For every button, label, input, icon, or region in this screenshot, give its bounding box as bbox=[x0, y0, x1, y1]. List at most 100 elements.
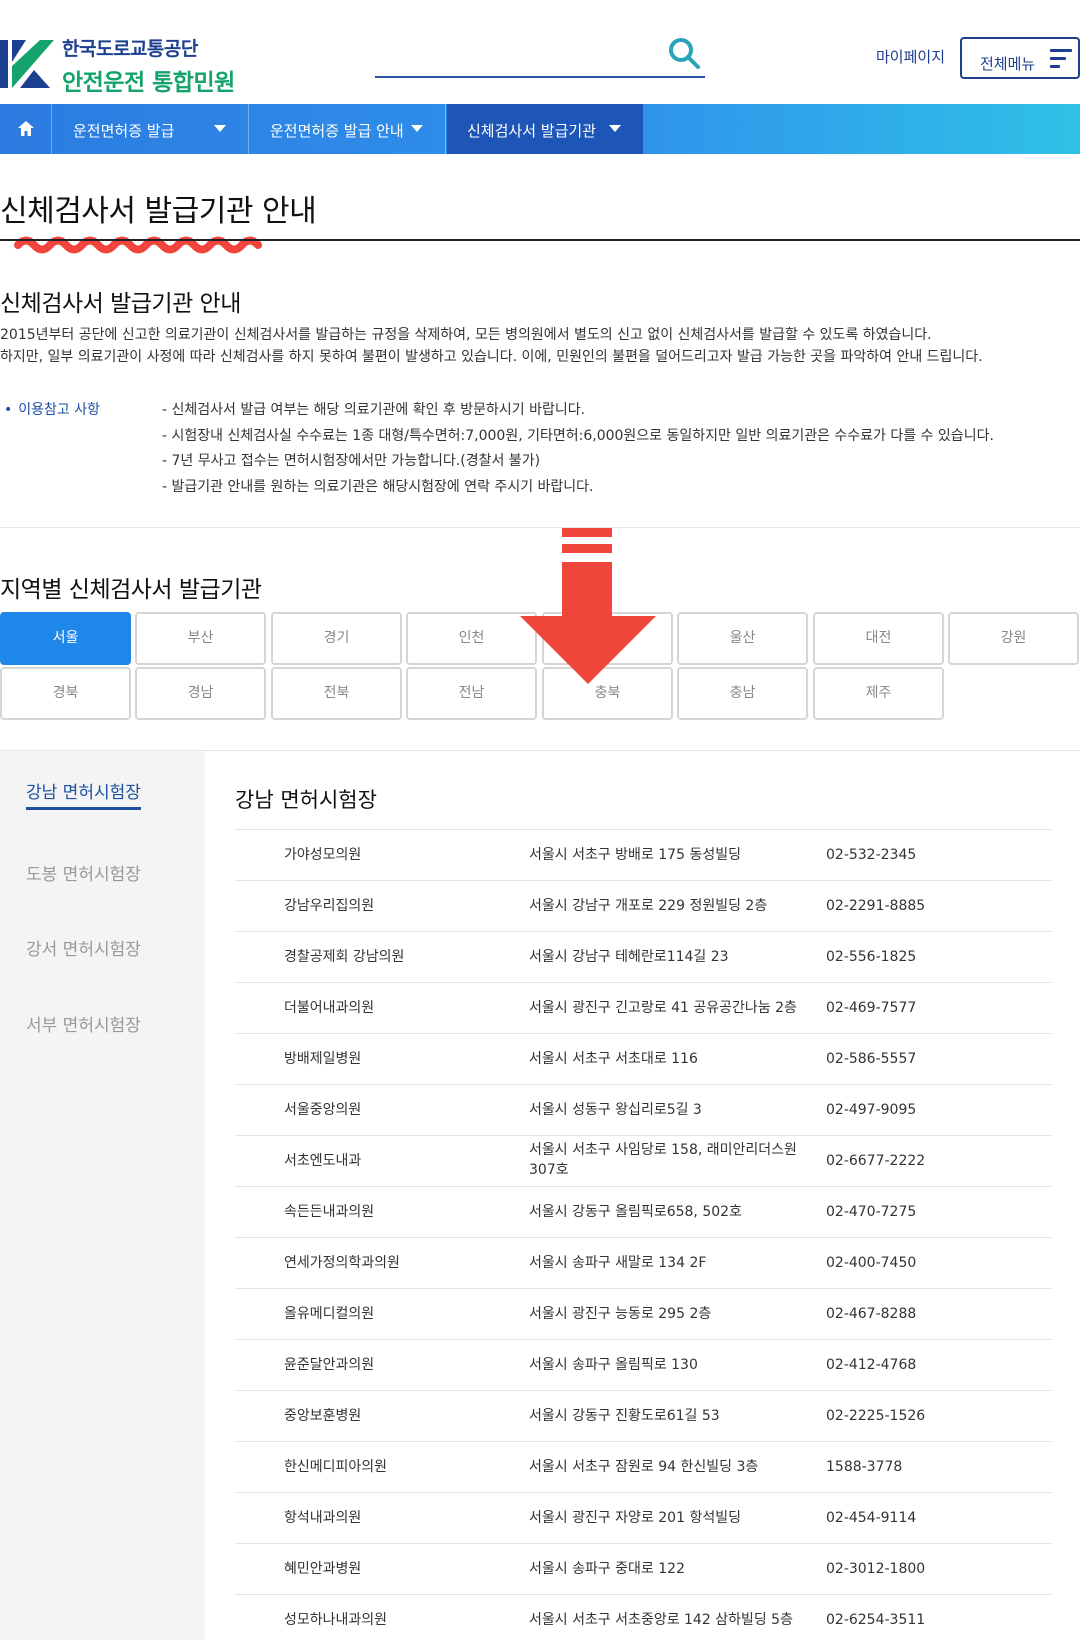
regions-heading: 지역별 신체검사서 발급기관 bbox=[0, 577, 262, 603]
institution-phone: 02-6254-3511 bbox=[826, 1612, 926, 1628]
region-tab-jeonnam[interactable]: 전남 bbox=[406, 667, 537, 720]
search-input[interactable] bbox=[375, 30, 705, 78]
exam-center-title: 강남 면허시험장 bbox=[235, 788, 377, 812]
logo-org-name: 한국도로교통공단 bbox=[62, 38, 198, 60]
institution-phone: 02-497-9095 bbox=[826, 1102, 917, 1118]
table-row: 방배제일병원 서울시 서초구 서초대로 116 02-586-5557 bbox=[235, 1033, 1052, 1084]
institution-address: 서울시 송파구 올림픽로 130 bbox=[529, 1357, 698, 1373]
region-tab-ulsan[interactable]: 울산 bbox=[677, 612, 808, 665]
institution-name: 서울중앙의원 bbox=[284, 1102, 362, 1118]
institution-address: 서울시 광진구 긴고랑로 41 공유공간나눔 2층 bbox=[529, 1000, 797, 1016]
sidebar-item-seobu[interactable]: 서부 면허시험장 bbox=[26, 1011, 141, 1036]
institution-name: 가야성모의원 bbox=[284, 847, 362, 863]
table-row: 강남우리집의원 서울시 강남구 개포로 229 정원빌딩 2층 02-2291-… bbox=[235, 880, 1052, 931]
institution-phone: 1588-3778 bbox=[826, 1459, 903, 1475]
nav-item-exam-institutions[interactable]: 신체검사서 발급기관 bbox=[447, 104, 643, 154]
table-row: 서초엔도내과 서울시 서초구 사임당로 158, 래미안리더스원 307호 02… bbox=[235, 1135, 1052, 1186]
region-tab-chungnam[interactable]: 충남 bbox=[677, 667, 808, 720]
sidebar-item-gangseo[interactable]: 강서 면허시험장 bbox=[26, 935, 141, 960]
institution-address: 서울시 광진구 능동로 295 2층 bbox=[529, 1306, 712, 1322]
home-button[interactable] bbox=[0, 104, 52, 154]
institution-phone: 02-3012-1800 bbox=[826, 1561, 926, 1577]
institution-name: 올유메디컬의원 bbox=[284, 1306, 375, 1322]
institution-address: 서울시 강남구 테헤란로114길 23 bbox=[529, 949, 729, 965]
region-tab-gyeongbuk[interactable]: 경북 bbox=[0, 667, 131, 720]
region-tab-gyeonggi[interactable]: 경기 bbox=[271, 612, 402, 665]
search-icon[interactable] bbox=[667, 36, 701, 70]
intro-heading: 신체검사서 발급기관 안내 bbox=[0, 291, 241, 317]
nav-item-label: 운전면허증 발급 bbox=[73, 122, 175, 140]
region-tab-jeju[interactable]: 제주 bbox=[813, 667, 944, 720]
institution-name: 중앙보훈병원 bbox=[284, 1408, 362, 1424]
mypage-link[interactable]: 마이페이지 bbox=[876, 46, 945, 67]
table-row: 성모하나내과의원 서울시 서초구 서초중앙로 142 삼하빌딩 5층 02-62… bbox=[235, 1594, 1052, 1640]
page-title: 신체검사서 발급기관 안내 bbox=[0, 194, 317, 229]
table-row: 혜민안과병원 서울시 송파구 중대로 122 02-3012-1800 bbox=[235, 1543, 1052, 1594]
site-header: 한국도로교통공단 안전운전 통합민원 마이페이지 전체메뉴 bbox=[0, 0, 1080, 104]
nav-item-license-issue[interactable]: 운전면허증 발급 bbox=[53, 104, 249, 154]
region-tab-gangwon[interactable]: 강원 bbox=[948, 612, 1079, 665]
all-menu-label: 전체메뉴 bbox=[980, 54, 1036, 73]
nav-item-license-guide[interactable]: 운전면허증 발급 안내 bbox=[250, 104, 446, 154]
table-row: 윤준달안과의원 서울시 송파구 올림픽로 130 02-412-4768 bbox=[235, 1339, 1052, 1390]
intro-paragraph-2: 하지만, 일부 의료기관이 사정에 따라 신체검사를 하지 못하여 불편이 발생… bbox=[0, 349, 983, 365]
institution-phone: 02-467-8288 bbox=[826, 1306, 917, 1322]
table-row: 항석내과의원 서울시 광진구 자양로 201 항석빌딩 02-454-9114 bbox=[235, 1492, 1052, 1543]
institution-name: 경찰공제회 강남의원 bbox=[284, 949, 405, 965]
table-row: 연세가정의학과의원 서울시 송파구 새말로 134 2F 02-400-7450 bbox=[235, 1237, 1052, 1288]
caret-down-icon bbox=[609, 125, 621, 132]
institution-phone: 02-6677-2222 bbox=[826, 1153, 926, 1169]
table-row: 올유메디컬의원 서울시 광진구 능동로 295 2층 02-467-8288 bbox=[235, 1288, 1052, 1339]
table-row: 중앙보훈병원 서울시 강동구 진황도로61길 53 02-2225-1526 bbox=[235, 1390, 1052, 1441]
sidebar-item-dobong[interactable]: 도봉 면허시험장 bbox=[26, 860, 141, 885]
region-tab-seoul[interactable]: 서울 bbox=[0, 612, 131, 665]
institution-phone: 02-469-7577 bbox=[826, 1000, 917, 1016]
reference-item: - 시험장내 신체검사실 수수료는 1종 대형/특수면허:7,000원, 기타면… bbox=[162, 428, 994, 444]
home-icon bbox=[18, 121, 34, 136]
region-tab-incheon[interactable]: 인천 bbox=[406, 612, 537, 665]
region-tab-daejeon[interactable]: 대전 bbox=[813, 612, 944, 665]
table-row: 한신메디피아의원 서울시 서초구 잠원로 94 한신빌딩 3층 1588-377… bbox=[235, 1441, 1052, 1492]
intro-paragraph-1: 2015년부터 공단에 신고한 의료기관이 신체검사서를 발급하는 규정을 삭제… bbox=[0, 327, 932, 343]
table-row: 더불어내과의원 서울시 광진구 긴고랑로 41 공유공간나눔 2층 02-469… bbox=[235, 982, 1052, 1033]
institution-address: 서울시 송파구 새말로 134 2F bbox=[529, 1255, 707, 1271]
hamburger-icon bbox=[1050, 49, 1072, 68]
institution-address: 서울시 서초구 서초대로 116 bbox=[529, 1051, 698, 1067]
reference-item: - 발급기관 안내를 원하는 의료기관은 해당시험장에 연락 주시기 바랍니다. bbox=[162, 479, 594, 495]
institution-phone: 02-532-2345 bbox=[826, 847, 917, 863]
institution-address: 서울시 서초구 사임당로 158, 래미안리더스원 307호 bbox=[529, 1142, 797, 1178]
institution-phone: 02-2225-1526 bbox=[826, 1408, 926, 1424]
region-tab-gyeongnam[interactable]: 경남 bbox=[135, 667, 266, 720]
table-row: 경찰공제회 강남의원 서울시 강남구 테헤란로114길 23 02-556-18… bbox=[235, 931, 1052, 982]
institution-name: 혜민안과병원 bbox=[284, 1561, 362, 1577]
logo-service-name: 안전운전 통합민원 bbox=[62, 70, 235, 96]
institution-phone: 02-470-7275 bbox=[826, 1204, 917, 1220]
region-tab-jeonbuk[interactable]: 전북 bbox=[271, 667, 402, 720]
reference-item: - 신체검사서 발급 여부는 해당 의료기관에 확인 후 방문하시기 바랍니다. bbox=[162, 402, 586, 418]
institution-address: 서울시 서초구 방배로 175 동성빌딩 bbox=[529, 847, 741, 863]
institution-address: 서울시 광진구 자양로 201 항석빌딩 bbox=[529, 1510, 741, 1526]
institution-phone: 02-454-9114 bbox=[826, 1510, 917, 1526]
institution-address: 서울시 강남구 개포로 229 정원빌딩 2층 bbox=[529, 898, 768, 914]
institution-name: 방배제일병원 bbox=[284, 1051, 362, 1067]
institution-address: 서울시 송파구 중대로 122 bbox=[529, 1561, 685, 1577]
logo-text[interactable]: 한국도로교통공단 안전운전 통합민원 bbox=[62, 34, 235, 97]
logo-icon[interactable] bbox=[0, 36, 56, 92]
institution-phone: 02-400-7450 bbox=[826, 1255, 917, 1271]
institution-name: 연세가정의학과의원 bbox=[284, 1255, 400, 1271]
reference-label: 이용참고 사항 bbox=[4, 399, 100, 419]
institution-phone: 02-2291-8885 bbox=[826, 898, 926, 914]
all-menu-button[interactable]: 전체메뉴 bbox=[960, 37, 1080, 79]
reference-item: - 7년 무사고 접수는 면허시험장에서만 가능합니다.(경찰서 불가) bbox=[162, 453, 541, 469]
caret-down-icon bbox=[214, 125, 226, 132]
institution-name: 성모하나내과의원 bbox=[284, 1612, 388, 1628]
institution-name: 강남우리집의원 bbox=[284, 898, 375, 914]
institution-phone: 02-556-1825 bbox=[826, 949, 917, 965]
institution-address: 서울시 서초구 서초중앙로 142 삼하빌딩 5층 bbox=[529, 1612, 793, 1628]
nav-item-label: 운전면허증 발급 안내 bbox=[270, 122, 404, 140]
table-row: 서울중앙의원 서울시 성동구 왕십리로5길 3 02-497-9095 bbox=[235, 1084, 1052, 1135]
table-row: 속든든내과의원 서울시 강동구 올림픽로658, 502호 02-470-727… bbox=[235, 1186, 1052, 1237]
sidebar-item-gangnam[interactable]: 강남 면허시험장 bbox=[26, 778, 141, 810]
institution-address: 서울시 강동구 올림픽로658, 502호 bbox=[529, 1204, 742, 1220]
region-tab-busan[interactable]: 부산 bbox=[135, 612, 266, 665]
